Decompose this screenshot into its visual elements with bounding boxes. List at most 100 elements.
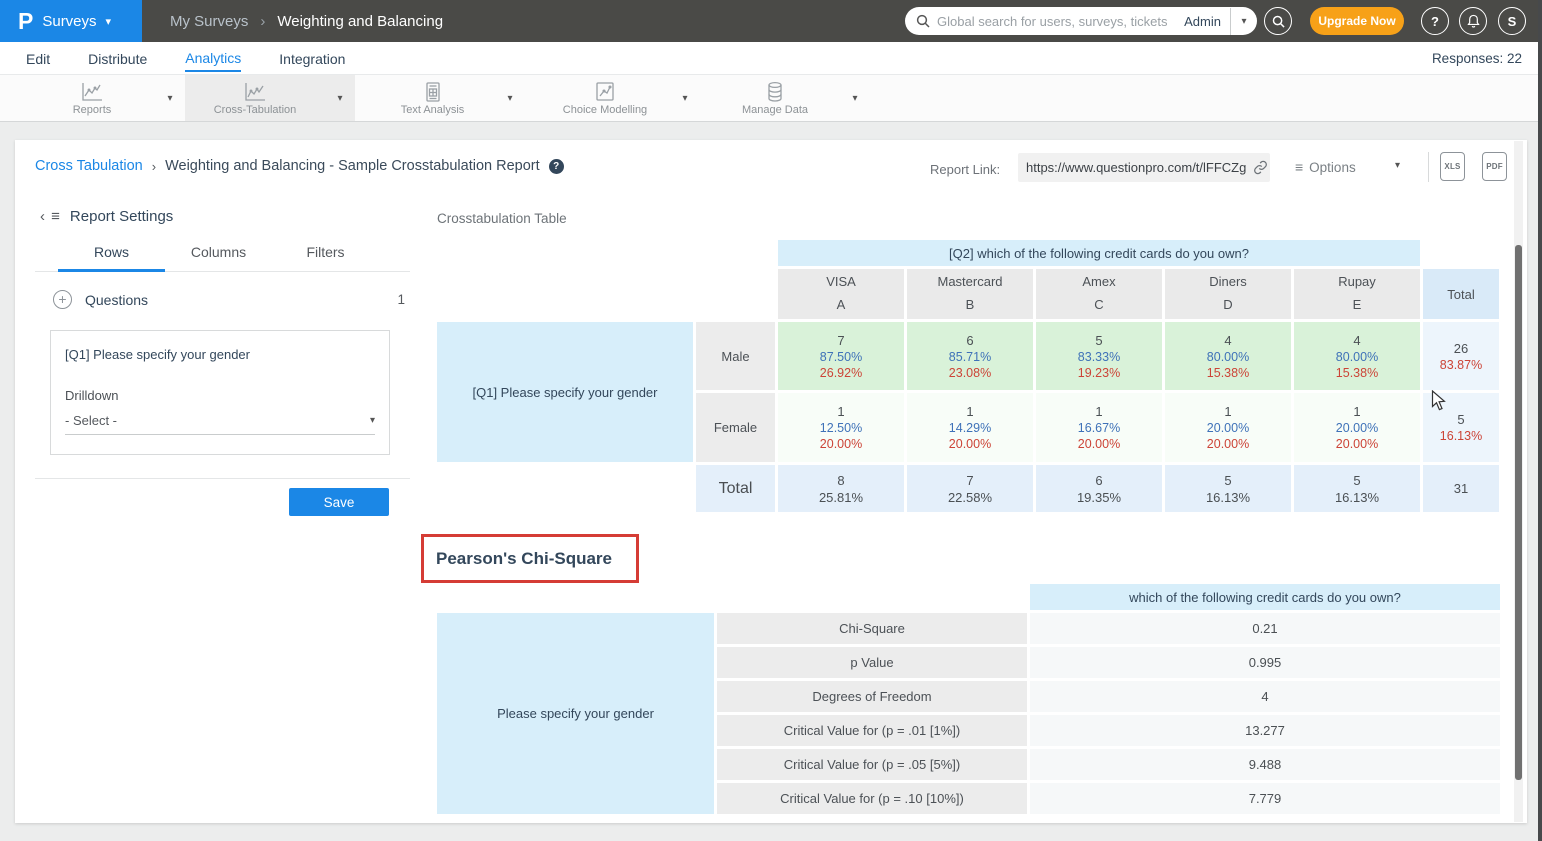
drilldown-select[interactable]: - Select - ▾	[65, 413, 375, 435]
menubar: Edit Distribute Analytics Integration Re…	[0, 42, 1542, 75]
save-button[interactable]: Save	[289, 488, 389, 516]
column-header-total: Total	[1423, 269, 1499, 319]
avatar[interactable]: S	[1498, 7, 1526, 35]
reports-caret[interactable]: ▾	[155, 75, 185, 121]
report-link-label: Report Link:	[930, 162, 1000, 177]
help-button[interactable]: ?	[1421, 7, 1449, 35]
global-search[interactable]: Admin ▾	[905, 7, 1257, 35]
chi-value-chi-square: 0.21	[1030, 613, 1500, 644]
manage-data-caret[interactable]: ▾	[840, 75, 870, 121]
search-icon	[1272, 15, 1285, 28]
question-card[interactable]: [Q1] Please specify your gender Drilldow…	[50, 330, 390, 455]
report-settings-title: Report Settings	[70, 208, 173, 225]
questionpro-logo-icon: P	[18, 10, 33, 33]
cell-total-rupay: 516.13%	[1294, 465, 1420, 512]
toolbar-group-text-analysis: Text Analysis ▾	[370, 75, 525, 121]
scrollbar-thumb[interactable]	[1515, 245, 1522, 780]
export-xls-icon[interactable]: XLS	[1440, 152, 1465, 181]
crosstab-section-title: Crosstabulation Table	[437, 211, 567, 226]
cross-tabulation-link[interactable]: Cross Tabulation	[35, 158, 143, 174]
chi-label-chi-square: Chi-Square	[717, 613, 1027, 644]
chi-value-critical-1pct: 13.277	[1030, 715, 1500, 746]
menu-analytics[interactable]: Analytics	[185, 44, 241, 72]
options-button[interactable]: ≡ Options	[1295, 159, 1356, 175]
line-chart-icon	[80, 81, 104, 103]
choice-modelling-caret[interactable]: ▾	[670, 75, 700, 121]
report-link-url[interactable]: https://www.questionpro.com/t/lFFCZg	[1026, 160, 1246, 175]
tab-cross-tabulation[interactable]: Cross-Tabulation	[185, 75, 325, 121]
cell-male-total: 2683.87%	[1423, 322, 1499, 390]
collapse-panel-icon[interactable]: ‹ ≡	[40, 208, 61, 225]
notifications-button[interactable]	[1459, 7, 1487, 35]
row-label-total: Total	[696, 465, 775, 512]
options-caret[interactable]: ▾	[1395, 160, 1400, 171]
chi-value-critical-5pct: 9.488	[1030, 749, 1500, 780]
tab-filters[interactable]: Filters	[272, 244, 379, 271]
divider	[35, 478, 410, 479]
help-icon[interactable]: ?	[549, 159, 564, 174]
toolbar-group-manage-data: Manage Data ▾	[710, 75, 870, 121]
menu-edit[interactable]: Edit	[26, 45, 50, 71]
search-button[interactable]	[1264, 7, 1292, 35]
questions-label: Questions	[85, 292, 148, 308]
column-header-amex: AmexC	[1036, 269, 1162, 319]
responses-count: Responses: 22	[1432, 42, 1522, 75]
cell-female-diners: 120.00%20.00%	[1165, 393, 1291, 462]
report-link-box[interactable]: https://www.questionpro.com/t/lFFCZg	[1018, 153, 1270, 182]
scatter-chart-icon	[593, 81, 617, 103]
export-pdf-icon[interactable]: PDF	[1482, 152, 1507, 181]
upgrade-now-button[interactable]: Upgrade Now	[1310, 7, 1404, 35]
tab-manage-data[interactable]: Manage Data	[710, 75, 840, 121]
chi-label-p-value: p Value	[717, 647, 1027, 678]
cell-male-diners: 480.00%15.38%	[1165, 322, 1291, 390]
settings-tabs: Rows Columns Filters	[35, 244, 410, 272]
add-question-button[interactable]: +	[53, 290, 72, 309]
report-title: Weighting and Balancing - Sample Crossta…	[165, 158, 540, 174]
text-analysis-caret[interactable]: ▾	[495, 75, 525, 121]
chi-square-table: which of the following credit cards do y…	[437, 584, 1500, 814]
cell-male-amex: 583.33%19.23%	[1036, 322, 1162, 390]
report-breadcrumb: Cross Tabulation › Weighting and Balanci…	[35, 158, 564, 174]
top-breadcrumb: My Surveys › Weighting and Balancing	[170, 0, 443, 42]
line-chart-icon	[243, 81, 267, 103]
chi-row-header: Please specify your gender	[437, 613, 714, 814]
tab-choice-modelling[interactable]: Choice Modelling	[540, 75, 670, 121]
bell-icon	[1467, 14, 1480, 28]
cell-grand-total: 31	[1423, 465, 1499, 512]
column-header-visa: VISAA	[778, 269, 904, 319]
chi-label-degrees-of-freedom: Degrees of Freedom	[717, 681, 1027, 712]
column-header-diners: DinersD	[1165, 269, 1291, 319]
chevron-down-icon: ▾	[106, 15, 112, 28]
cross-tabulation-caret[interactable]: ▾	[325, 75, 355, 121]
question-text: [Q1] Please specify your gender	[65, 347, 375, 362]
tab-reports[interactable]: Reports	[29, 75, 155, 121]
report-settings-header: ‹ ≡ Report Settings	[40, 208, 173, 225]
product-switcher[interactable]: P Surveys ▾	[0, 0, 142, 42]
search-icon	[916, 14, 930, 28]
crosstab-table: [Q2] which of the following credit cards…	[437, 240, 1499, 512]
chi-label-critical-1pct: Critical Value for (p = .01 [1%])	[717, 715, 1027, 746]
chevron-right-icon: ›	[260, 13, 265, 30]
cell-total-mastercard: 722.58%	[907, 465, 1033, 512]
breadcrumb-survey-name: Weighting and Balancing	[277, 13, 443, 30]
tab-columns[interactable]: Columns	[165, 244, 272, 271]
chevron-right-icon: ›	[152, 159, 156, 174]
crosstab-row-question: [Q1] Please specify your gender	[437, 322, 693, 462]
chi-value-p-value: 0.995	[1030, 647, 1500, 678]
chi-column-header: which of the following credit cards do y…	[1030, 584, 1500, 610]
menu-integration[interactable]: Integration	[279, 45, 345, 71]
tab-text-analysis[interactable]: Text Analysis	[370, 75, 495, 121]
link-icon	[1253, 160, 1268, 175]
search-scope-caret[interactable]: ▾	[1231, 16, 1257, 27]
breadcrumb-my-surveys[interactable]: My Surveys	[170, 13, 248, 30]
toolbar-group-choice-modelling: Choice Modelling ▾	[540, 75, 700, 121]
menu-distribute[interactable]: Distribute	[88, 45, 147, 71]
search-scope[interactable]: Admin	[1175, 14, 1230, 29]
cell-total-amex: 619.35%	[1036, 465, 1162, 512]
crosstab-column-question: [Q2] which of the following credit cards…	[778, 240, 1420, 266]
cell-female-amex: 116.67%20.00%	[1036, 393, 1162, 462]
topbar: P Surveys ▾ My Surveys › Weighting and B…	[0, 0, 1542, 42]
search-input[interactable]	[937, 14, 1175, 29]
tab-rows[interactable]: Rows	[58, 244, 165, 272]
drilldown-value: - Select -	[65, 413, 370, 428]
